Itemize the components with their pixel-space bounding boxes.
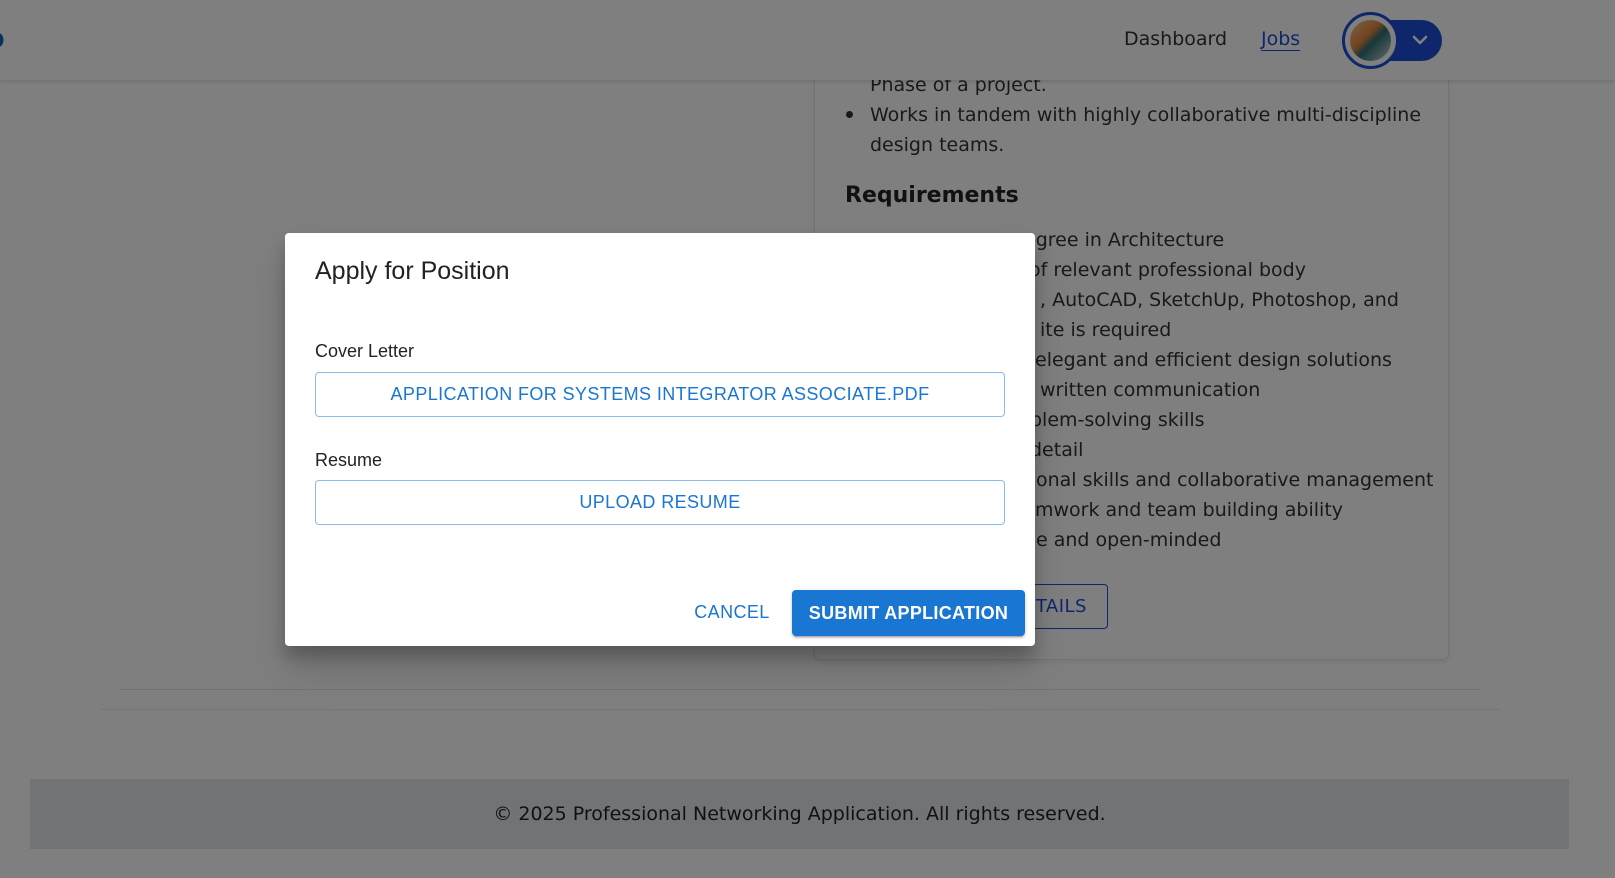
cover-letter-upload-button[interactable]: APPLICATION FOR SYSTEMS INTEGRATOR ASSOC… xyxy=(315,372,1005,417)
submit-label: SUBMIT APPLICATION xyxy=(808,602,1009,623)
resume-label: Resume xyxy=(315,450,383,470)
upload-resume-button[interactable]: UPLOAD RESUME xyxy=(315,480,1005,525)
cancel-button[interactable]: CANCEL xyxy=(687,590,777,634)
apply-dialog: Apply for Position Cover Letter APPLICAT… xyxy=(285,233,1035,646)
cancel-label: CANCEL xyxy=(694,601,770,622)
submit-application-button[interactable]: SUBMIT APPLICATION xyxy=(792,590,1025,636)
dialog-title: Apply for Position xyxy=(315,257,510,285)
upload-resume-label: UPLOAD RESUME xyxy=(579,492,741,512)
cover-letter-label: Cover Letter xyxy=(315,341,415,361)
cover-letter-file-name: APPLICATION FOR SYSTEMS INTEGRATOR ASSOC… xyxy=(390,384,930,404)
